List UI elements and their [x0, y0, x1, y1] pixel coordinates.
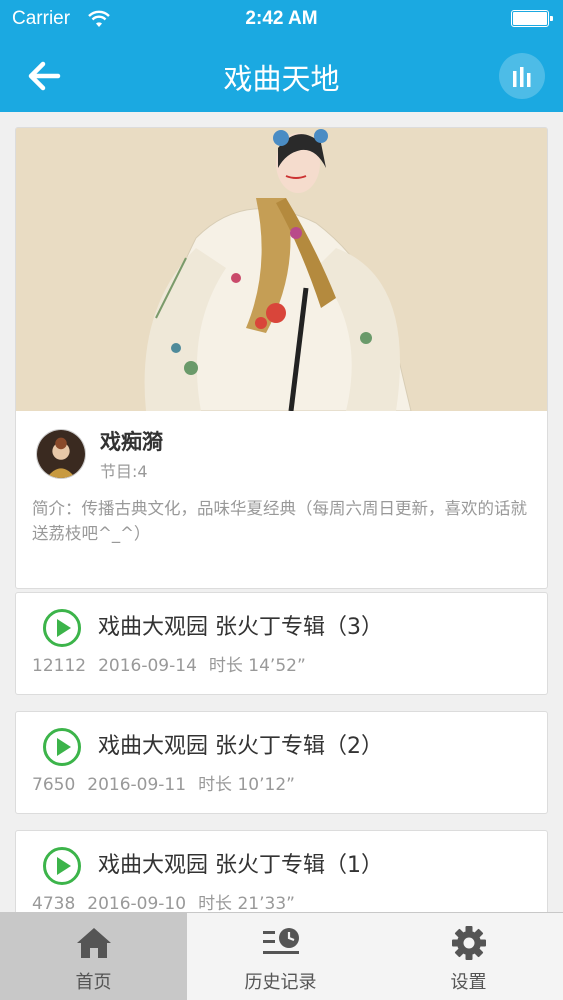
tab-settings[interactable]: 设置: [374, 913, 563, 1000]
track-meta: 7650 2016-09-11 时长 10’12”: [32, 770, 307, 795]
play-icon[interactable]: [42, 727, 82, 767]
track-date: 2016-09-14: [98, 656, 197, 676]
program-count: 节目:4: [100, 462, 148, 481]
track-title: 戏曲大观园 张火丁专辑（2）: [98, 734, 383, 759]
page-title: 戏曲天地: [223, 62, 340, 96]
track-duration: 时长 10’12”: [198, 775, 295, 795]
play-icon[interactable]: [42, 846, 82, 886]
tab-home[interactable]: 首页: [0, 913, 187, 1000]
play-icon[interactable]: [42, 608, 82, 648]
tab-bar: 首页 历史记录 设置: [0, 912, 563, 1000]
track-duration: 时长 14’52”: [208, 656, 306, 676]
tab-history-label: 历史记录: [244, 972, 317, 993]
status-bar: Carrier 2:42 AM: [0, 0, 563, 40]
track-title: 戏曲大观园 张火丁专辑（1）: [98, 853, 383, 878]
track-item[interactable]: 戏曲大观园 张火丁专辑（3） 12112 2016-09-14 时长 14’52”: [15, 592, 548, 695]
track-plays: 12112: [32, 656, 87, 676]
track-date: 2016-09-11: [87, 775, 187, 795]
track-date: 2016-09-10: [87, 894, 187, 912]
gear-icon: [451, 926, 486, 960]
content-scroll[interactable]: 戏痴漪 节目:4 简介：传播古典文化，品味华夏经典（每周六周日更新，喜欢的话就送…: [0, 112, 563, 912]
tab-history[interactable]: 历史记录: [187, 913, 374, 1000]
track-plays: 7650: [32, 775, 76, 795]
track-duration: 时长 21’33”: [198, 894, 295, 912]
battery-fill: [513, 12, 547, 25]
tab-settings-label: 设置: [450, 972, 487, 993]
track-meta: 12112 2016-09-14 时长 14’52”: [32, 651, 318, 676]
equalizer-icon: [513, 67, 531, 87]
tab-home-label: 首页: [75, 972, 112, 993]
avatar[interactable]: [36, 429, 86, 479]
program-name: 戏痴漪: [100, 430, 163, 454]
history-icon: [262, 928, 299, 954]
track-item[interactable]: 戏曲大观园 张火丁专辑（1） 4738 2016-09-10 时长 21’33”: [15, 830, 548, 912]
track-title: 戏曲大观园 张火丁专辑（3）: [98, 615, 383, 640]
track-plays: 4738: [32, 894, 76, 912]
now-playing-button[interactable]: [499, 53, 545, 99]
program-description: 简介：传播古典文化，品味华夏经典（每周六周日更新，喜欢的话就送荔枝吧^_^）: [32, 499, 527, 543]
battery-icon: [511, 10, 553, 27]
banner-image: [16, 128, 547, 411]
home-icon: [76, 928, 111, 958]
program-card: 戏痴漪 节目:4 简介：传播古典文化，品味华夏经典（每周六周日更新，喜欢的话就送…: [15, 127, 548, 589]
track-item[interactable]: 戏曲大观园 张火丁专辑（2） 7650 2016-09-11 时长 10’12”: [15, 711, 548, 814]
nav-bar: 戏曲天地: [0, 40, 563, 112]
status-time: 2:42 AM: [245, 8, 318, 29]
track-meta: 4738 2016-09-10 时长 21’33”: [32, 889, 307, 912]
